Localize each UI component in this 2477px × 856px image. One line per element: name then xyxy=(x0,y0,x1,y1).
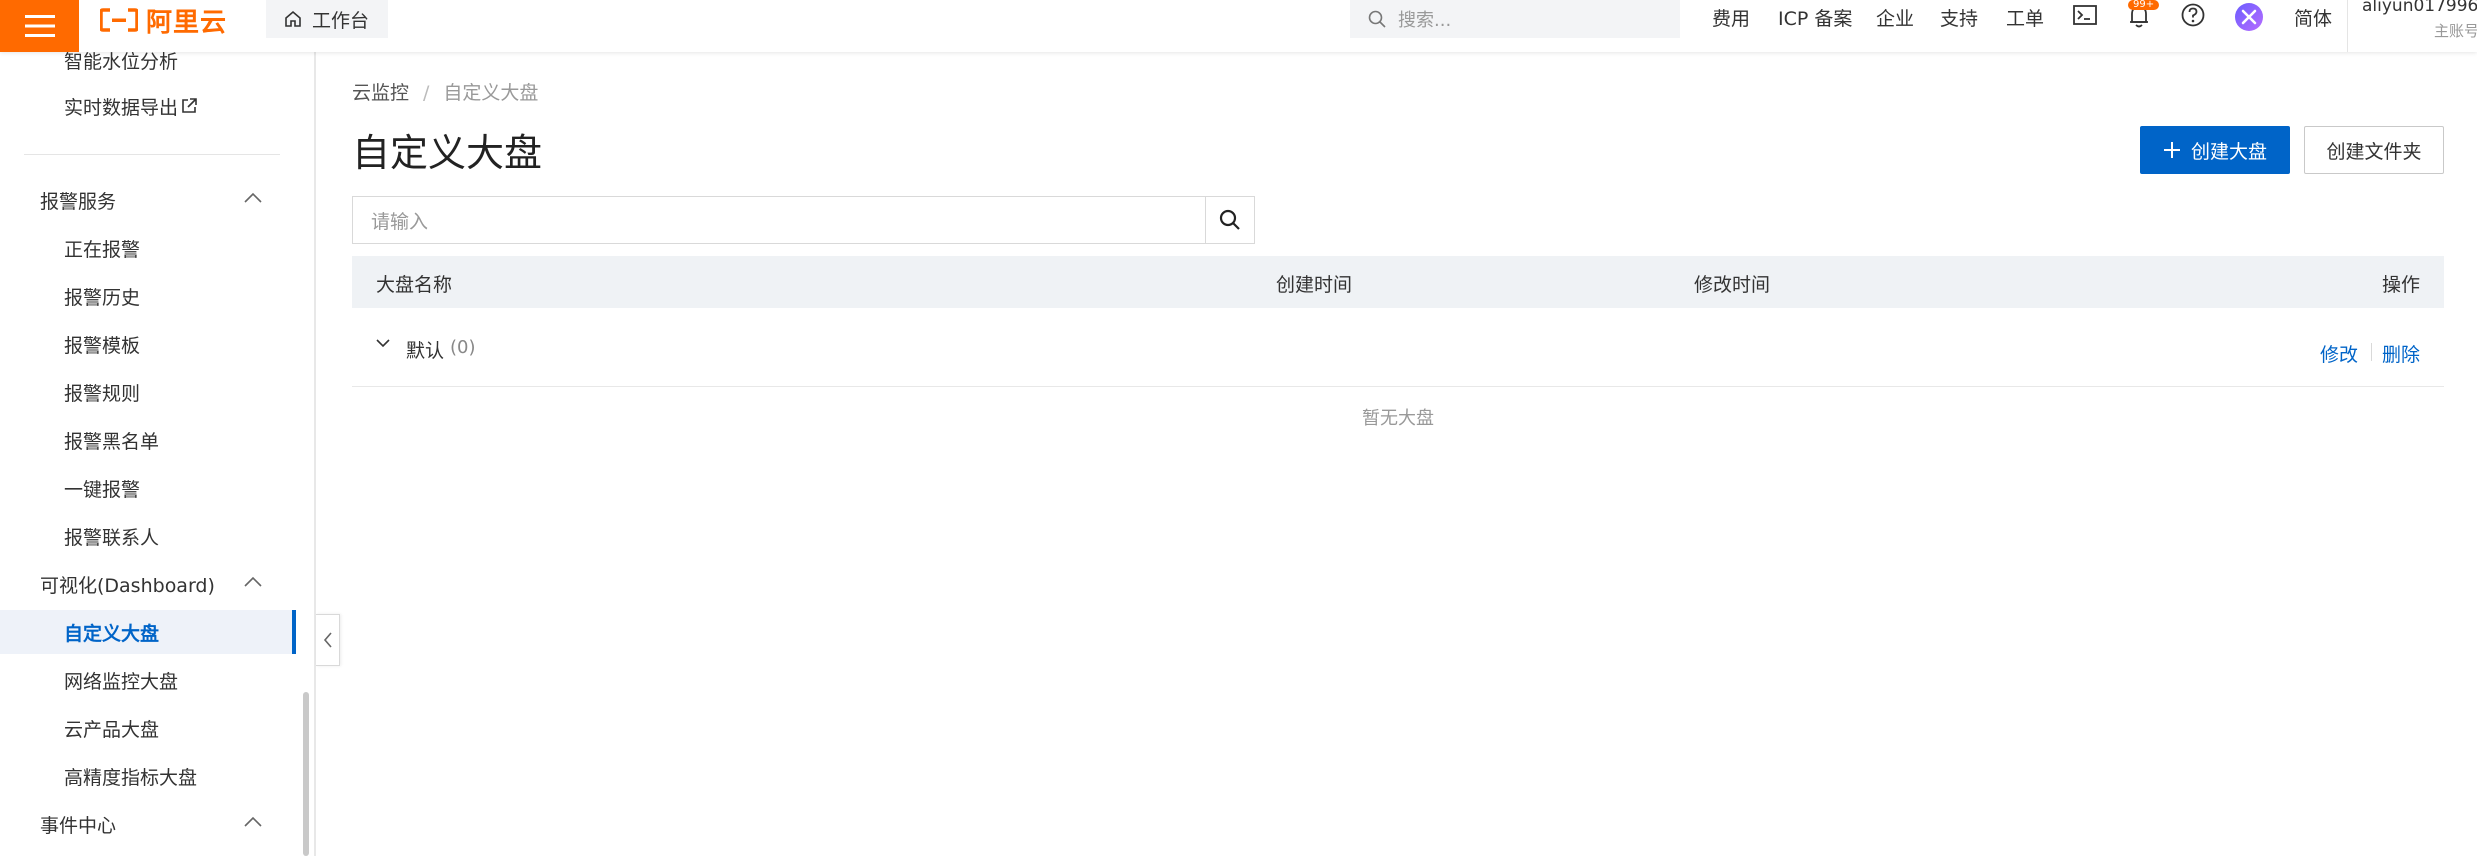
create-dashboard-label: 创建大盘 xyxy=(2190,140,2267,163)
sidebar-item-network-dashboard[interactable]: 网络监控大盘 xyxy=(0,658,296,702)
nav-link-support[interactable]: 支持 xyxy=(1940,4,1978,31)
chevron-down-icon[interactable] xyxy=(376,338,390,348)
sidebar-item-label: 报警历史 xyxy=(64,286,141,309)
sidebar-item-one-click-alarm[interactable]: 一键报警 xyxy=(0,466,296,510)
breadcrumb: 云监控 / 自定义大盘 xyxy=(352,78,538,105)
create-folder-button[interactable]: 创建文件夹 xyxy=(2304,126,2444,174)
sidebar-item-label: 智能水位分析 xyxy=(64,52,179,73)
page-title: 自定义大盘 xyxy=(352,131,543,175)
aliyun-logo-icon xyxy=(100,8,138,32)
sidebar-group-event-center[interactable]: 事件中心 xyxy=(0,802,296,846)
sidebar-item-active-alarms[interactable]: 正在报警 xyxy=(0,226,296,270)
menu-icon xyxy=(24,15,55,37)
help-icon[interactable] xyxy=(2180,2,2206,28)
breadcrumb-current: 自定义大盘 xyxy=(443,82,539,104)
breadcrumb-separator: / xyxy=(423,82,430,104)
chevron-up-icon xyxy=(244,816,262,827)
table-group-row: 默认 (0) 修改 删除 xyxy=(352,308,2444,387)
create-folder-label: 创建文件夹 xyxy=(2326,140,2422,163)
column-header-created: 创建时间 xyxy=(1276,274,1353,296)
sidebar-group-dashboard[interactable]: 可视化(Dashboard) xyxy=(0,562,296,606)
sidebar-item-alarm-contacts[interactable]: 报警联系人 xyxy=(0,514,296,558)
sidebar-item-high-precision-dashboard[interactable]: 高精度指标大盘 xyxy=(0,754,296,798)
global-search-input[interactable]: 搜索... xyxy=(1350,0,1680,38)
sidebar: 智能水位分析 实时数据导出 报警服务 正在报警 报警历史 报警模板 报警规则 报… xyxy=(0,52,316,856)
sidebar-item-label: 云产品大盘 xyxy=(64,718,160,741)
sidebar-item-label: 正在报警 xyxy=(64,238,141,261)
terminal-icon[interactable] xyxy=(2072,2,2098,28)
column-header-actions: 操作 xyxy=(2382,274,2421,296)
sidebar-group-label: 报警服务 xyxy=(40,190,117,213)
sidebar-item-label: 报警联系人 xyxy=(64,526,160,549)
workbench-label: 工作台 xyxy=(312,9,370,32)
sidebar-item-alarm-rules[interactable]: 报警规则 xyxy=(0,370,296,414)
create-dashboard-button[interactable]: 创建大盘 xyxy=(2140,126,2290,174)
global-search-placeholder: 搜索... xyxy=(1398,10,1452,31)
search-placeholder: 请输入 xyxy=(371,210,429,233)
home-icon xyxy=(285,10,301,27)
hamburger-menu-button[interactable] xyxy=(0,0,79,52)
sidebar-item-alarm-templates[interactable]: 报警模板 xyxy=(0,322,296,366)
nav-link-icp[interactable]: ICP 备案 xyxy=(1778,4,1852,31)
sidebar-group-label: 事件中心 xyxy=(40,814,117,837)
group-name: 默认 xyxy=(406,340,445,362)
topbar-divider xyxy=(2347,0,2348,52)
delete-group-link[interactable]: 删除 xyxy=(2382,340,2420,367)
workbench-button[interactable]: 工作台 xyxy=(266,0,388,38)
sidebar-item-label: 实时数据导出 xyxy=(64,96,179,119)
top-navigation-bar: 阿里云 工作台 搜索... 费用 ICP 备案 企业 支持 工单 99+ 简体 … xyxy=(0,0,2477,52)
empty-state-text: 暂无大盘 xyxy=(1362,408,1434,429)
account-type: 主账号 xyxy=(2434,22,2477,40)
sidebar-item-custom-dashboard[interactable]: 自定义大盘 xyxy=(0,610,296,654)
sidebar-collapse-button[interactable] xyxy=(316,614,340,666)
language-switch[interactable]: 简体 xyxy=(2294,4,2332,31)
sidebar-item-label: 报警黑名单 xyxy=(64,430,160,453)
chevron-up-icon xyxy=(244,192,262,203)
sidebar-group-alarm-service[interactable]: 报警服务 xyxy=(0,178,296,222)
chevron-left-icon xyxy=(323,632,332,648)
search-button[interactable] xyxy=(1205,196,1255,244)
group-count: (0) xyxy=(450,337,476,358)
sidebar-item-label: 一键报警 xyxy=(64,478,141,501)
sidebar-item-alarm-history[interactable]: 报警历史 xyxy=(0,274,296,318)
notification-badge: 99+ xyxy=(2128,0,2160,10)
sidebar-item-capacity-analysis[interactable]: 智能水位分析 xyxy=(0,52,296,82)
nav-link-ticket[interactable]: 工单 xyxy=(2006,4,2044,31)
sidebar-item-label: 报警模板 xyxy=(64,334,141,357)
sidebar-item-cloud-product-dashboard[interactable]: 云产品大盘 xyxy=(0,706,296,750)
ai-assistant-icon[interactable] xyxy=(2234,2,2264,32)
breadcrumb-cloud-monitor[interactable]: 云监控 xyxy=(352,82,409,104)
aliyun-logo[interactable]: 阿里云 xyxy=(100,0,227,40)
search-icon xyxy=(1219,209,1240,230)
logo-text: 阿里云 xyxy=(146,7,228,38)
sidebar-item-label: 高精度指标大盘 xyxy=(64,766,198,789)
sidebar-group-label: 可视化(Dashboard) xyxy=(40,574,215,597)
sidebar-item-alarm-blacklist[interactable]: 报警黑名单 xyxy=(0,418,296,462)
nav-link-billing[interactable]: 费用 xyxy=(1712,4,1750,31)
sidebar-scrollbar[interactable] xyxy=(303,692,309,856)
chevron-up-icon xyxy=(244,576,262,587)
edit-group-link[interactable]: 修改 xyxy=(2320,340,2358,367)
table-header: 大盘名称 创建时间 修改时间 操作 xyxy=(352,256,2444,308)
dashboard-search-input[interactable]: 请输入 xyxy=(352,196,1206,244)
sidebar-item-label: 网络监控大盘 xyxy=(64,670,179,693)
column-header-modified: 修改时间 xyxy=(1694,274,1771,296)
search-icon xyxy=(1368,10,1386,28)
nav-link-enterprise[interactable]: 企业 xyxy=(1876,4,1914,31)
plus-icon xyxy=(2163,142,2180,158)
sidebar-divider xyxy=(24,154,280,155)
sidebar-item-label: 自定义大盘 xyxy=(64,622,160,645)
column-header-name: 大盘名称 xyxy=(376,274,453,296)
action-divider xyxy=(2371,343,2372,361)
sidebar-item-label: 报警规则 xyxy=(64,382,141,405)
sidebar-item-realtime-export[interactable]: 实时数据导出 xyxy=(0,84,296,128)
external-link-icon xyxy=(182,98,197,113)
account-name[interactable]: aliyun0179962 xyxy=(2362,0,2477,16)
